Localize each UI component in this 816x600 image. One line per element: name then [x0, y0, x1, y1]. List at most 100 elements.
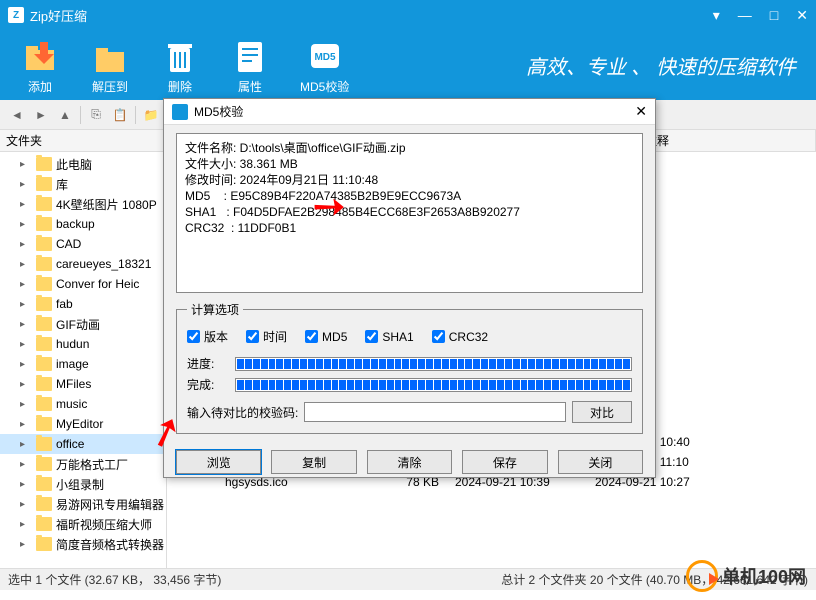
compare-button[interactable]: 对比 [572, 401, 632, 423]
fieldset-legend: 计算选项 [187, 301, 243, 318]
col-comment[interactable]: 注释 [637, 130, 816, 151]
tree-item[interactable]: ▸fab [0, 294, 166, 314]
up-icon[interactable]: ▲ [56, 106, 74, 124]
tree-item[interactable]: ▸库 [0, 174, 166, 194]
done-row: 完成: [187, 376, 632, 393]
options-fieldset: 计算选项 版本 时间 MD5 SHA1 CRC32 进度: 完成: 输入待对比的… [176, 301, 643, 434]
add-label: 添加 [28, 78, 52, 95]
tree-item[interactable]: ▸backup [0, 214, 166, 234]
paste-icon[interactable]: 📋 [111, 106, 129, 124]
maximize-icon[interactable]: □ [770, 7, 778, 23]
tree-item[interactable]: ▸4K壁纸图片 1080P [0, 194, 166, 214]
folder-tree[interactable]: ▸此电脑▸库▸4K壁纸图片 1080P▸backup▸CAD▸careueyes… [0, 152, 166, 568]
app-icon: Z [8, 7, 24, 23]
props-label: 属性 [238, 78, 262, 95]
md5-button[interactable]: MD5 MD5校验 [300, 36, 349, 95]
minimize-icon[interactable]: — [738, 7, 752, 23]
props-icon [230, 36, 270, 76]
fwd-icon[interactable]: ► [32, 106, 50, 124]
toolbar: 添加 解压到 删除 属性 MD5 MD5校验 高效、专业 、 快速的压缩软件 [0, 30, 816, 100]
tree-item[interactable]: ▸易游网讯专用编辑器 [0, 494, 166, 514]
back-icon[interactable]: ◄ [8, 106, 26, 124]
slogan: 高效、专业 、 快速的压缩软件 [526, 51, 796, 80]
info-filename: 文件名称: D:\tools\桌面\office\GIF动画.zip [185, 140, 634, 156]
close-button[interactable]: 关闭 [558, 450, 643, 474]
app-title: Zip好压缩 [30, 6, 87, 25]
delete-label: 删除 [168, 78, 192, 95]
watermark: 单机100网 [686, 560, 806, 592]
info-md5: MD5 : E95C89B4F220A74385B2B9E9ECC9673A [185, 188, 634, 204]
delete-button[interactable]: 删除 [160, 36, 200, 95]
props-button[interactable]: 属性 [230, 36, 270, 95]
info-crc32: CRC32 : 11DDF0B1 [185, 220, 634, 236]
tree-item[interactable]: ▸hudun [0, 334, 166, 354]
copy-button[interactable]: 复制 [271, 450, 356, 474]
dialog-close-icon[interactable]: ✕ [635, 103, 647, 120]
tree-item[interactable]: ▸office [0, 434, 166, 454]
extract-label: 解压到 [92, 78, 128, 95]
watermark-icon [686, 560, 718, 592]
tree-item[interactable]: ▸此电脑 [0, 154, 166, 174]
tree-item[interactable]: ▸GIF动画 [0, 314, 166, 334]
watermark-text: 单机100网 [722, 563, 806, 589]
dialog-titlebar[interactable]: MD5校验 ✕ [164, 99, 655, 125]
done-bar [235, 378, 632, 392]
tree-item[interactable]: ▸万能格式工厂 [0, 454, 166, 474]
checks: 版本 时间 MD5 SHA1 CRC32 [187, 328, 632, 345]
tree-item[interactable]: ▸小组录制 [0, 474, 166, 494]
dropdown-icon[interactable]: ▾ [713, 7, 720, 24]
dialog-body: 文件名称: D:\tools\桌面\office\GIF动画.zip 文件大小:… [164, 125, 655, 442]
annotation-arrow-icon: ➘ [311, 189, 346, 224]
compare-row: 输入待对比的校验码: 对比 [187, 401, 632, 423]
md5-label: MD5校验 [300, 78, 349, 95]
progress-row: 进度: [187, 355, 632, 372]
tree-item[interactable]: ▸MyEditor [0, 414, 166, 434]
md5-dialog: MD5校验 ✕ 文件名称: D:\tools\桌面\office\GIF动画.z… [163, 98, 656, 478]
done-label: 完成: [187, 376, 227, 393]
sidebar: 文件夹 ▸此电脑▸库▸4K壁纸图片 1080P▸backup▸CAD▸careu… [0, 130, 167, 568]
tree-item[interactable]: ▸image [0, 354, 166, 374]
tree-item[interactable]: ▸Conver for Heic [0, 274, 166, 294]
tree-item[interactable]: ▸福昕视频压缩大师 [0, 514, 166, 534]
info-modtime: 修改时间: 2024年09月21日 11:10:48 [185, 172, 634, 188]
info-box[interactable]: 文件名称: D:\tools\桌面\office\GIF动画.zip 文件大小:… [176, 133, 643, 293]
tree-item[interactable]: ▸music [0, 394, 166, 414]
add-button[interactable]: 添加 [20, 36, 60, 95]
extract-button[interactable]: 解压到 [90, 36, 130, 95]
info-filesize: 文件大小: 38.361 MB [185, 156, 634, 172]
close-icon[interactable]: ✕ [796, 7, 808, 24]
copy-icon[interactable]: ⎘ [87, 106, 105, 124]
dialog-title: MD5校验 [194, 103, 243, 120]
tree-item[interactable]: ▸简度音频格式转换器 [0, 534, 166, 554]
add-icon [20, 36, 60, 76]
separator [80, 106, 81, 124]
extract-icon [90, 36, 130, 76]
info-sha1: SHA1 : F04D5DFAE2B298485B4ECC68E3F2653A8… [185, 204, 634, 220]
compare-input[interactable] [304, 402, 566, 422]
check-md5[interactable]: MD5 [305, 328, 347, 345]
check-crc32[interactable]: CRC32 [432, 328, 488, 345]
dialog-icon [172, 104, 188, 120]
delete-icon [160, 36, 200, 76]
titlebar: Z Zip好压缩 ▾ — □ ✕ [0, 0, 816, 30]
tree-item[interactable]: ▸careueyes_18321 [0, 254, 166, 274]
browse-button[interactable]: 浏览 [176, 450, 261, 474]
window-controls: ▾ — □ ✕ [713, 7, 808, 24]
tree-item[interactable]: ▸CAD [0, 234, 166, 254]
compare-label: 输入待对比的校验码: [187, 404, 298, 421]
dialog-buttons: 浏览 复制 清除 保存 关闭 [164, 442, 655, 482]
md5-icon: MD5 [305, 36, 345, 76]
check-version[interactable]: 版本 [187, 328, 228, 345]
status-left: 选中 1 个文件 (32.67 KB， 33,456 字节) [8, 571, 221, 588]
separator [135, 106, 136, 124]
check-sha1[interactable]: SHA1 [365, 328, 413, 345]
sidebar-header: 文件夹 [0, 130, 166, 152]
svg-text:MD5: MD5 [314, 52, 336, 63]
folder-icon[interactable]: 📁 [142, 106, 160, 124]
tree-item[interactable]: ▸MFiles [0, 374, 166, 394]
progress-bar [235, 357, 632, 371]
check-time[interactable]: 时间 [246, 328, 287, 345]
save-button[interactable]: 保存 [462, 450, 547, 474]
clear-button[interactable]: 清除 [367, 450, 452, 474]
progress-label: 进度: [187, 355, 227, 372]
